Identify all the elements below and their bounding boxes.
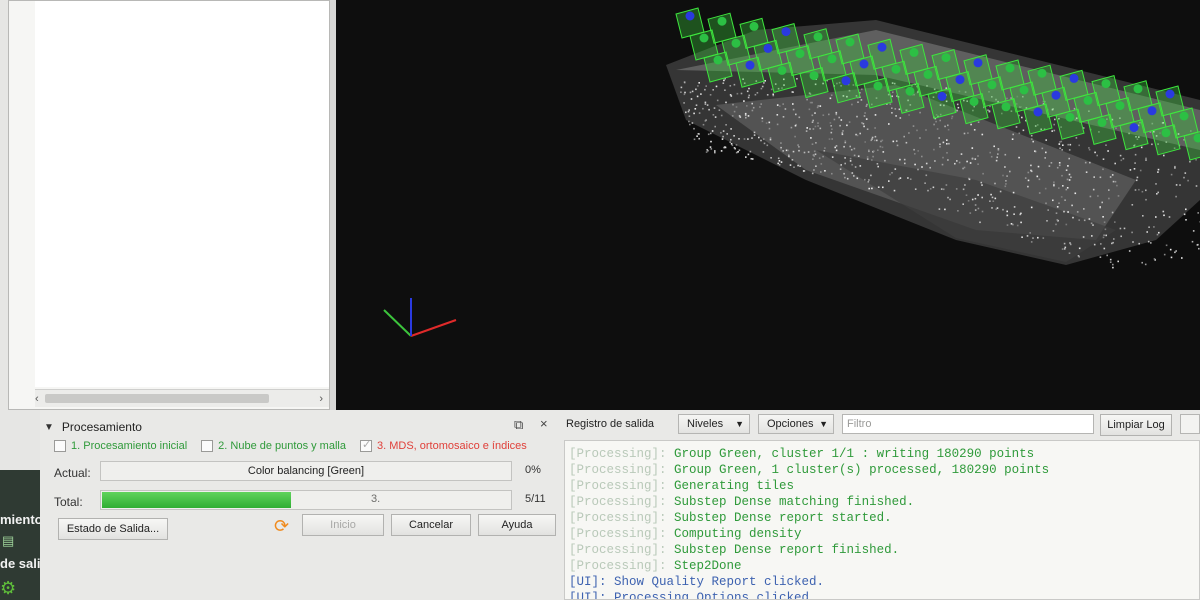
chevron-down-icon: ▼ [735,419,744,429]
levels-dropdown-label: Niveles [687,418,724,430]
log-line-prefix: [Processing]: [569,559,667,573]
log-line-prefix: [Processing]: [569,447,667,461]
log-line-prefix: [Processing]: [569,495,667,509]
total-progress-fill [102,492,291,508]
log-line-prefix: [UI]: [569,591,607,600]
step-2[interactable]: 2. Nube de puntos y malla [201,440,346,452]
undock-icon[interactable]: ⧉ [514,417,523,433]
layers-panel-content [35,1,329,387]
3d-viewport[interactable] [336,0,1200,410]
gear-icon[interactable]: ⚙ [0,578,16,599]
layers-panel: ‹ › [8,0,330,410]
log-line-prefix: [Processing]: [569,463,667,477]
output-log-panel: Registro de salida Niveles ▼ Opciones ▼ … [560,410,1200,600]
log-line-message: Step2Done [666,559,742,573]
log-line-message: Group Green, 1 cluster(s) processed, 180… [666,463,1050,477]
options-dropdown-label: Opciones [767,418,814,430]
total-progress-step: 3. [371,493,381,505]
current-task-percent: 0% [525,464,541,476]
log-title: Registro de salida [566,418,655,430]
scroll-left-arrow-icon[interactable]: ‹ [35,393,39,405]
filter-input[interactable] [842,414,1094,434]
chevron-down-icon: ▼ [819,419,828,429]
step-1[interactable]: 1. Procesamiento inicial [54,440,187,452]
log-line: [Processing]: Substep Dense report start… [569,511,892,525]
processing-header[interactable]: ▼ Procesamiento [44,420,142,434]
log-line-prefix: [Processing]: [569,543,667,557]
log-line: [UI]: Show Quality Report clicked. [569,575,824,589]
log-line: [Processing]: Group Green, 1 cluster(s) … [569,463,1049,477]
processing-panel: ▼ Procesamiento ⧉ × 1. Procesamiento ini… [40,410,560,600]
step-3-label: 3. MDS, ortomosaico e índices [376,440,527,452]
log-line-message: Group Green, cluster 1/1 : writing 18029… [666,447,1035,461]
log-line-prefix: [UI]: [569,575,607,589]
log-line-prefix: [Processing]: [569,511,667,525]
log-line: [Processing]: Generating tiles [569,479,794,493]
start-button[interactable]: Inicio [302,514,384,536]
step-1-checkbox[interactable] [54,440,66,452]
log-line: [UI]: Processing Options clicked. [569,591,817,600]
document-icon[interactable]: ▤ [2,533,14,549]
step-2-label: 2. Nube de puntos y malla [218,440,346,452]
clear-log-button[interactable]: Limpiar Log [1100,414,1172,436]
current-task-name: Color balancing [Green] [247,465,365,477]
options-dropdown[interactable]: Opciones ▼ [758,414,834,434]
log-line-message: Substep Dense report started. [666,511,892,525]
scrollbar-thumb[interactable] [45,394,269,403]
processing-steps: 1. Procesamiento inicial 2. Nube de punt… [54,438,527,452]
levels-dropdown[interactable]: Niveles ▼ [678,414,750,434]
log-line: [Processing]: Step2Done [569,559,742,573]
log-line-message: Generating tiles [666,479,795,493]
log-line: [Processing]: Computing density [569,527,802,541]
log-output[interactable]: [Processing]: Group Green, cluster 1/1 :… [564,440,1200,600]
log-line-message: Substep Dense matching finished. [666,495,915,509]
log-line-prefix: [Processing]: [569,527,667,541]
step-1-label: 1. Procesamiento inicial [71,440,188,452]
point-cloud-view[interactable] [336,0,1200,410]
step-3-checkbox[interactable] [359,438,372,452]
output-status-button[interactable]: Estado de Salida... [58,518,168,540]
log-extra-button[interactable] [1180,414,1200,434]
log-line: [Processing]: Substep Dense report finis… [569,543,899,557]
current-task-progress-bar: Color balancing [Green] [100,461,512,481]
total-progress-label: Total: [54,495,83,509]
horizontal-scrollbar[interactable] [35,389,329,407]
current-task-label: Actual: [54,466,91,480]
bottom-panels: ▼ Procesamiento ⧉ × 1. Procesamiento ini… [40,410,1200,600]
sidebar-item-processing-label[interactable]: miento [0,512,43,527]
log-line: [Processing]: Group Green, cluster 1/1 :… [569,447,1034,461]
log-line-message: Show Quality Report clicked. [606,575,825,589]
close-icon[interactable]: × [540,416,548,431]
log-line-message: Substep Dense report finished. [666,543,900,557]
collapse-triangle-icon[interactable]: ▼ [44,422,54,433]
scroll-right-arrow-icon[interactable]: › [319,393,323,405]
processing-title: Procesamiento [61,420,142,434]
reload-icon[interactable]: ⟳ [274,516,289,537]
total-progress-count: 5/11 [525,493,546,505]
log-line-message: Processing Options clicked. [606,591,817,600]
axis-gizmo-icon [383,298,457,337]
step-3[interactable]: 3. MDS, ortomosaico e índices [359,438,527,452]
log-line-message: Computing density [666,527,802,541]
help-button[interactable]: Ayuda [478,514,556,536]
cancel-button[interactable]: Cancelar [391,514,471,536]
log-line: [Processing]: Substep Dense matching fin… [569,495,914,509]
log-line-prefix: [Processing]: [569,479,667,493]
total-progress-bar: 3. [100,490,512,510]
step-2-checkbox[interactable] [201,440,214,452]
